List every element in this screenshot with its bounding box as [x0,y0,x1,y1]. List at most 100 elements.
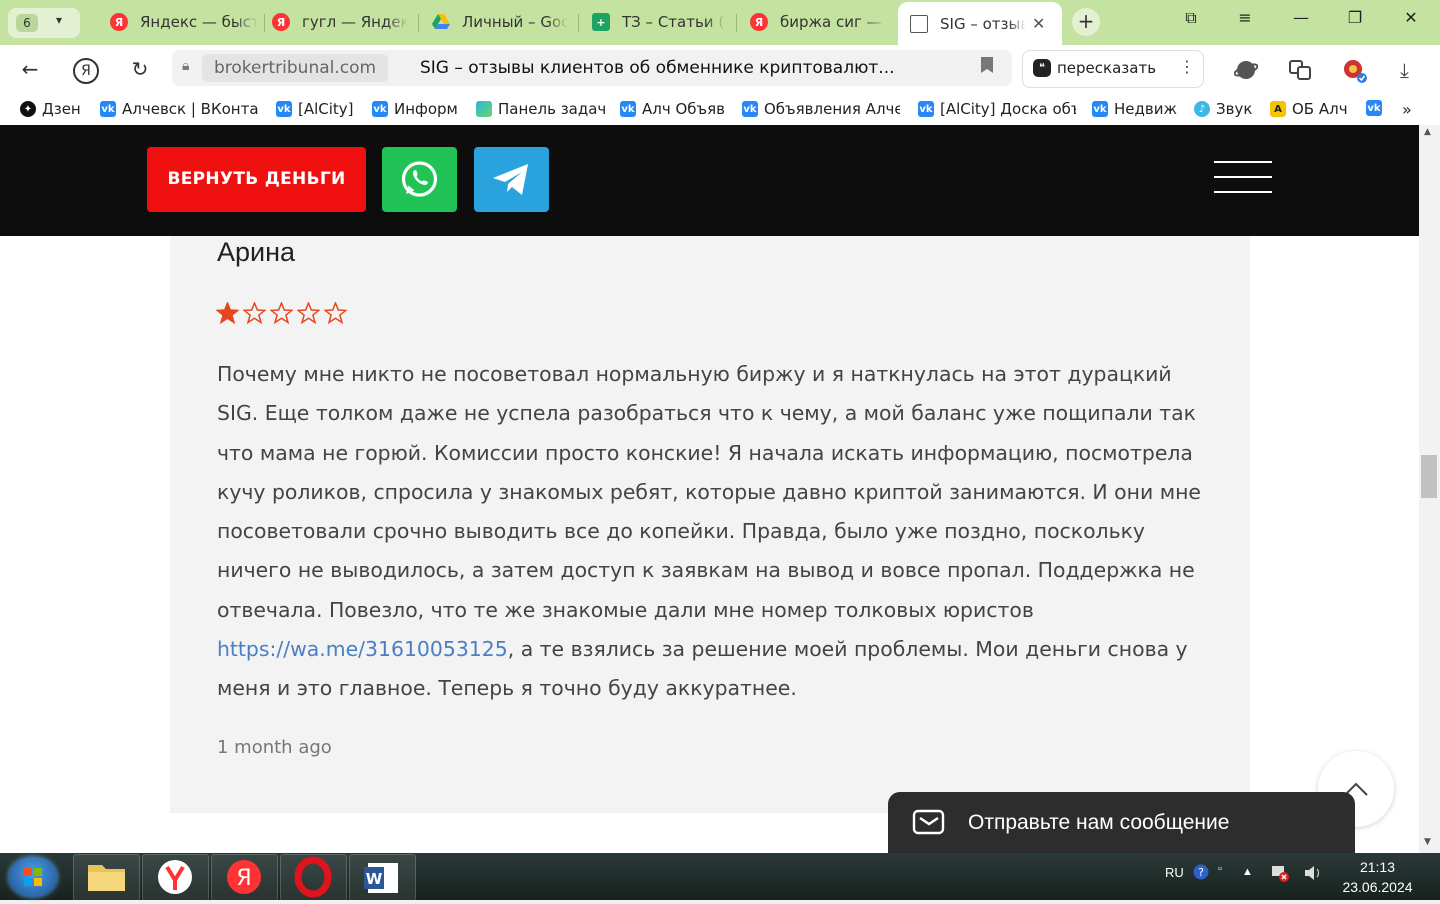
vk-icon: vk [372,101,388,117]
refund-button[interactable]: ВЕРНУТЬ ДЕНЬГИ [147,147,366,212]
back-arrow-icon[interactable]: ← [16,57,44,81]
help-icon[interactable]: ? [1193,864,1209,883]
minimize-icon[interactable]: — [1286,8,1316,27]
close-tab-icon[interactable]: ✕ [1032,14,1045,33]
bookmark-zvuk[interactable]: ♪ Звук [1194,100,1252,118]
scroll-down-arrow-icon[interactable]: ▼ [1424,837,1431,847]
scrollbar-thumb[interactable] [1421,455,1437,498]
bookmark-task-panel[interactable]: Панель задач [476,100,606,118]
tab-google-search[interactable]: Я гугл — Яндекс: нашлось [272,6,408,38]
review-card: Арина Почему мне никто не посоветовал но… [170,205,1250,813]
vk-icon: vk [1366,100,1382,116]
tab-yandex-search[interactable]: Я Яндекс — быстрый поиск в интернете [110,6,258,38]
address-page-title[interactable]: SIG – отзывы клиентов об обменнике крипт… [420,58,895,78]
star-empty-icon [297,302,320,324]
a-icon: A [1270,101,1286,117]
bookmark-icon[interactable] [980,56,994,79]
start-button[interactable] [9,857,57,897]
system-clock[interactable]: 21:13 23.06.2024 [1325,857,1430,897]
review-text: Почему мне никто не посоветовал нормальн… [217,362,1201,701]
telegram-icon [493,164,528,195]
quote-icon: ❝ [1033,59,1051,77]
bookmark-vk-more[interactable]: vk [1366,100,1388,116]
restore-icon[interactable]: ❐ [1340,8,1370,27]
yandex-browser-icon [158,860,192,894]
bookmark-inform[interactable]: vk Информ [372,100,458,118]
hamburger-menu-icon[interactable] [1214,161,1272,193]
word-icon: W [364,863,398,893]
page-scrollbar[interactable]: ▲ ▼ [1419,125,1440,853]
yandex-icon: Я [227,860,261,894]
opera-taskbar-button[interactable] [280,854,347,901]
tab-sig-reviews[interactable]: SIG – отзывы ✕ [898,2,1062,45]
whatsapp-icon [401,161,438,197]
star-empty-icon [243,302,266,324]
network-icon[interactable] [1270,863,1290,886]
browser-toolbar: ← Я ↻ 🔒︎ brokertribunal.com SIG – отзывы… [0,45,1440,94]
language-indicator[interactable]: RU [1165,865,1184,880]
bookmarks-panel-icon[interactable]: ⧉ [1176,8,1206,28]
yandex-icon: Я [272,13,290,31]
menu-icon[interactable]: ≡ [1230,8,1260,27]
bookmark-dzen[interactable]: ✦ Дзен [20,100,81,118]
bookmark-alchevsk-vk[interactable]: vk Алчевск | ВКонтакте [100,100,258,118]
google-sheets-icon: + [592,13,610,31]
opera-icon [294,856,332,898]
reload-icon[interactable]: ↻ [126,57,154,81]
close-window-icon[interactable]: ✕ [1396,8,1426,27]
lock-icon[interactable]: 🔒︎ [182,58,189,74]
review-age: 1 month ago [217,737,332,758]
volume-icon[interactable] [1302,863,1322,886]
yandex-icon: Я [750,13,768,31]
telegram-button[interactable] [474,147,549,212]
yandex-browser-taskbar-button[interactable] [142,854,209,901]
clock-date: 23.06.2024 [1342,879,1413,895]
extension-icon[interactable] [1342,58,1368,89]
keyboard-settings-icon[interactable]: ▫ [1218,863,1222,875]
tab-google-sheets[interactable]: + ТЗ – Статьи (Google Таблицы) [592,6,726,38]
retell-button[interactable]: ❝ пересказать ⋮ [1022,50,1204,88]
site-header: ВЕРНУТЬ ДЕНЬГИ [0,125,1419,236]
yandex-taskbar-button[interactable]: Я [211,854,278,901]
vk-icon: vk [742,101,758,117]
page-icon [910,14,928,33]
bookmark-alcity-board[interactable]: vk [AlCity] Доска объявлений [918,100,1076,118]
more-options-icon[interactable]: ⋮ [1179,57,1195,76]
more-bookmarks-icon[interactable]: » [1402,100,1412,119]
yandex-home-icon[interactable]: Я [72,58,100,84]
bookmark-nedvizh[interactable]: vk Недвиж [1092,100,1177,118]
download-icon[interactable]: ⤓ [1400,58,1409,82]
bookmark-ob-alch[interactable]: A ОБ Алч [1270,100,1348,118]
tab-group-button[interactable]: 6 ▾ [8,8,80,38]
bookmark-alch-obyav[interactable]: vk Алч Объяв [620,100,725,118]
show-hidden-icons-icon[interactable]: ▲ [1242,866,1253,878]
translate-extension-icon[interactable] [1288,58,1312,87]
windows-taskbar: Я W RU ? ▫ ▲ 21:13 23.06.2024 [0,853,1440,901]
bookmarks-bar: ✦ Дзен vk Алчевск | ВКонтакте vk [AlCity… [0,94,1440,125]
browser-tab-strip: 6 ▾ Я Яндекс — быстрый поиск в интернете… [0,0,1440,45]
vk-icon: vk [100,101,116,117]
google-drive-icon [432,13,450,31]
star-rating [216,302,347,324]
web-page: ВЕРНУТЬ ДЕНЬГИ Арина Почему мне никто не… [0,125,1419,853]
tab-birzha-sig[interactable]: Я биржа сиг — Яндекс [750,6,886,38]
vpn-extension-icon[interactable] [1233,58,1259,87]
star-empty-icon [270,302,293,324]
whatsapp-button[interactable] [382,147,457,212]
send-message-widget[interactable]: Отправьте нам сообщение [888,792,1355,853]
bookmark-obyavleniya[interactable]: vk Объявления Алчевск [742,100,900,118]
address-domain[interactable]: brokertribunal.com [202,54,389,82]
word-taskbar-button[interactable]: W [349,854,416,901]
review-author: Арина [217,237,296,267]
star-empty-icon [324,302,347,324]
bookmark-alcity[interactable]: vk [AlCity] [276,100,354,118]
scroll-up-arrow-icon[interactable]: ▲ [1424,127,1431,137]
svg-text:Я: Я [236,866,251,891]
dzen-icon: ✦ [20,101,36,117]
new-tab-button[interactable]: + [1072,8,1100,36]
tab-google-drive[interactable]: Личный – Google Диск [432,6,568,38]
review-link[interactable]: https://wa.me/31610053125 [217,637,508,661]
folder-icon [88,865,125,891]
explorer-taskbar-button[interactable] [73,854,140,901]
address-bar[interactable]: 🔒︎ brokertribunal.com SIG – отзывы клиен… [172,50,1012,86]
